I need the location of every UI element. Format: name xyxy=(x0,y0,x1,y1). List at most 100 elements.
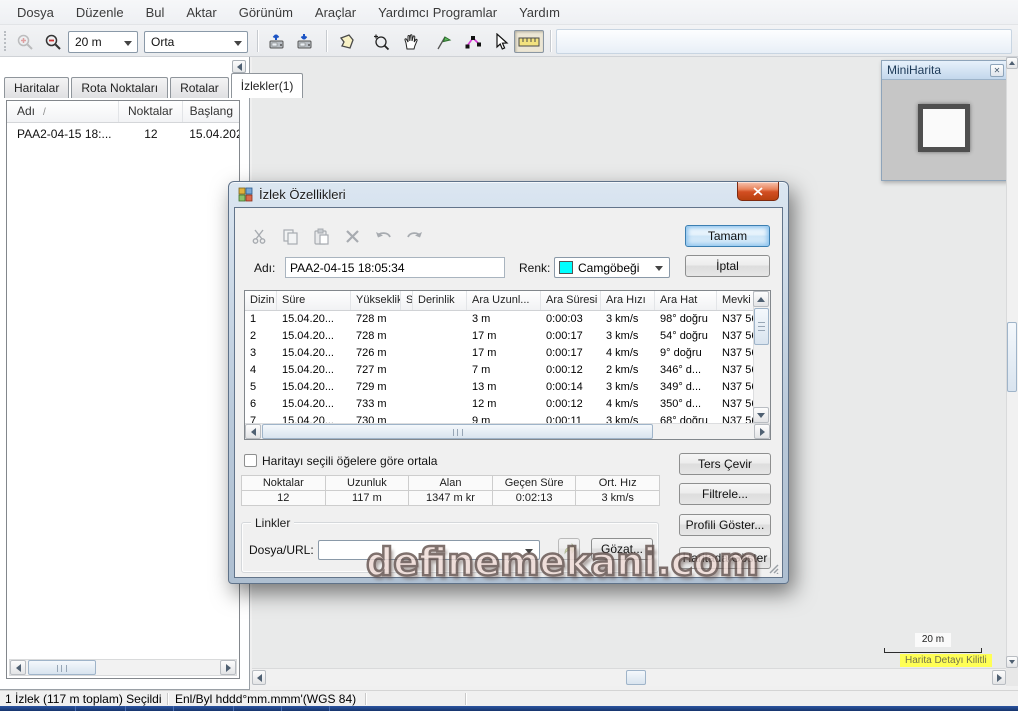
menu-duzenle[interactable]: Düzenle xyxy=(65,1,135,24)
reverse-button[interactable]: Ters Çevir xyxy=(679,453,771,475)
waypoint-button[interactable] xyxy=(430,30,456,53)
column-header-adi[interactable]: Adı/ xyxy=(7,101,119,122)
cancel-button[interactable]: İptal xyxy=(685,255,770,277)
col-derinlik[interactable]: Derinlik xyxy=(413,291,467,310)
tab-rotalar[interactable]: Rotalar xyxy=(170,77,229,98)
col-yukseklik[interactable]: Yükseklik xyxy=(351,291,401,310)
dialog-body: Tamam İptal Adı: PAA2-04-15 18:05:34 Ren… xyxy=(234,207,783,578)
center-map-checkbox[interactable] xyxy=(244,454,257,467)
column-header-baslang[interactable]: Başlang xyxy=(183,101,239,122)
cell xyxy=(413,396,467,413)
cell: 15.04.20... xyxy=(277,396,351,413)
cell: 727 m xyxy=(351,362,401,379)
cell xyxy=(413,379,467,396)
menu-bul[interactable]: Bul xyxy=(135,1,176,24)
menu-gorunum[interactable]: Görünüm xyxy=(228,1,304,24)
col-mevki[interactable]: Mevki xyxy=(717,291,755,310)
cell: 6 xyxy=(245,396,277,413)
table-hscrollbar[interactable] xyxy=(245,423,770,439)
scroll-down-button[interactable] xyxy=(753,407,769,423)
scale-combobox[interactable]: 20 m xyxy=(68,31,138,53)
scroll-right-button[interactable] xyxy=(220,660,236,675)
scrollbar-thumb[interactable] xyxy=(262,424,653,439)
menu-dosya[interactable]: Dosya xyxy=(6,1,65,24)
arrow-down-icon xyxy=(757,413,765,418)
table-row[interactable]: 315.04.20...726 m17 m0:00:174 km/s9° doğ… xyxy=(245,345,770,362)
col-ara-hat[interactable]: Ara Hat xyxy=(655,291,717,310)
minimap-titlebar[interactable]: MiniHarita ✕ xyxy=(882,61,1007,80)
filter-button[interactable]: Filtrele... xyxy=(679,483,771,505)
dialog-resize-grip[interactable] xyxy=(767,562,779,574)
table-row[interactable]: 415.04.20...727 m7 m0:00:122 km/s346° d.… xyxy=(245,362,770,379)
cell: 2 xyxy=(245,328,277,345)
polygon-tool-button[interactable] xyxy=(334,30,360,53)
map-vscrollbar[interactable] xyxy=(1006,57,1018,668)
track-tool-button[interactable] xyxy=(460,30,486,53)
dialog-close-button[interactable] xyxy=(737,182,779,201)
column-header-noktalar[interactable]: Noktalar xyxy=(119,101,184,122)
zoom-out-button[interactable] xyxy=(40,30,66,53)
zoom-area-button[interactable] xyxy=(368,30,394,53)
map-hscrollbar[interactable] xyxy=(252,668,1006,686)
gps-send-button[interactable] xyxy=(264,30,290,53)
table-row[interactable]: 215.04.20...728 m17 m0:00:173 km/s54° do… xyxy=(245,328,770,345)
panel-collapse-button[interactable] xyxy=(232,60,246,73)
name-input[interactable]: PAA2-04-15 18:05:34 xyxy=(285,257,505,278)
gps-receive-button[interactable] xyxy=(292,30,318,53)
scrollbar-thumb[interactable] xyxy=(626,670,646,685)
track-points-cell: 12 xyxy=(119,127,184,141)
table-row[interactable]: 715.04.20...730 m9 m0:00:113 km/s68° doğ… xyxy=(245,413,770,423)
menu-aktar[interactable]: Aktar xyxy=(175,1,227,24)
table-row[interactable]: 615.04.20...733 m12 m0:00:124 km/s350° d… xyxy=(245,396,770,413)
cell: 68° doğru xyxy=(655,413,717,423)
table-row[interactable]: 115.04.20...728 m3 m0:00:033 km/s98° doğ… xyxy=(245,311,770,328)
col-s[interactable]: S xyxy=(401,291,413,310)
taskbar-divider xyxy=(125,706,126,711)
chevron-left-icon xyxy=(237,63,242,71)
scroll-up-button[interactable] xyxy=(753,291,769,307)
scroll-up-button[interactable] xyxy=(1006,57,1018,69)
tab-rota-noktalari[interactable]: Rota Noktaları xyxy=(71,77,168,98)
cell: 12 m xyxy=(467,396,541,413)
scroll-right-button[interactable] xyxy=(992,670,1006,685)
scrollbar-thumb[interactable] xyxy=(28,660,96,675)
watermark-text: definemekani.com xyxy=(366,540,759,584)
color-combobox[interactable]: Camgöbeği xyxy=(554,257,670,278)
scroll-left-button[interactable] xyxy=(252,670,266,685)
minimap-close-button[interactable]: ✕ xyxy=(990,64,1004,77)
mode-combobox[interactable]: Orta xyxy=(144,31,248,53)
scroll-left-button[interactable] xyxy=(245,424,261,439)
menu-yardimci-programlar[interactable]: Yardımcı Programlar xyxy=(367,1,508,24)
pan-button[interactable] xyxy=(398,30,424,53)
dialog-titlebar[interactable]: İzlek Özellikleri xyxy=(229,182,788,207)
scroll-down-button[interactable] xyxy=(1006,656,1018,668)
table-vscrollbar[interactable] xyxy=(753,291,770,423)
col-ara-suresi[interactable]: Ara Süresi xyxy=(541,291,601,310)
col-ara-uzunluk[interactable]: Ara Uzunl... xyxy=(467,291,541,310)
menu-araclar[interactable]: Araçlar xyxy=(304,1,367,24)
table-row[interactable]: 515.04.20...729 m13 m0:00:143 km/s349° d… xyxy=(245,379,770,396)
minimap-viewport-rect[interactable] xyxy=(918,104,970,152)
col-ara-hizi[interactable]: Ara Hızı xyxy=(601,291,655,310)
arrow-right-icon xyxy=(997,674,1002,682)
cell: 0:00:12 xyxy=(541,362,601,379)
tab-haritalar[interactable]: Haritalar xyxy=(4,77,69,98)
track-list-row[interactable]: PAA2-04-15 18:... 12 15.04.202 xyxy=(7,123,239,145)
cell: 9° doğru xyxy=(655,345,717,362)
menu-yardim[interactable]: Yardım xyxy=(508,1,571,24)
scrollbar-thumb[interactable] xyxy=(754,308,769,345)
tracks-list-hscrollbar[interactable] xyxy=(9,659,237,676)
toolbar-drag-handle[interactable] xyxy=(4,31,7,51)
measure-button[interactable] xyxy=(514,30,544,53)
scrollbar-thumb[interactable] xyxy=(1007,322,1017,392)
col-dizin[interactable]: Dizin xyxy=(245,291,277,310)
ok-button[interactable]: Tamam xyxy=(685,225,770,247)
select-button[interactable] xyxy=(488,30,514,53)
cell: N37 56 xyxy=(717,396,755,413)
scroll-left-button[interactable] xyxy=(10,660,26,675)
col-sure[interactable]: Süre xyxy=(277,291,351,310)
cell: 13 m xyxy=(467,379,541,396)
show-profile-button[interactable]: Profili Göster... xyxy=(679,514,771,536)
scroll-right-button[interactable] xyxy=(754,424,770,439)
tab-izlekler[interactable]: İzlekler(1) xyxy=(231,73,304,98)
